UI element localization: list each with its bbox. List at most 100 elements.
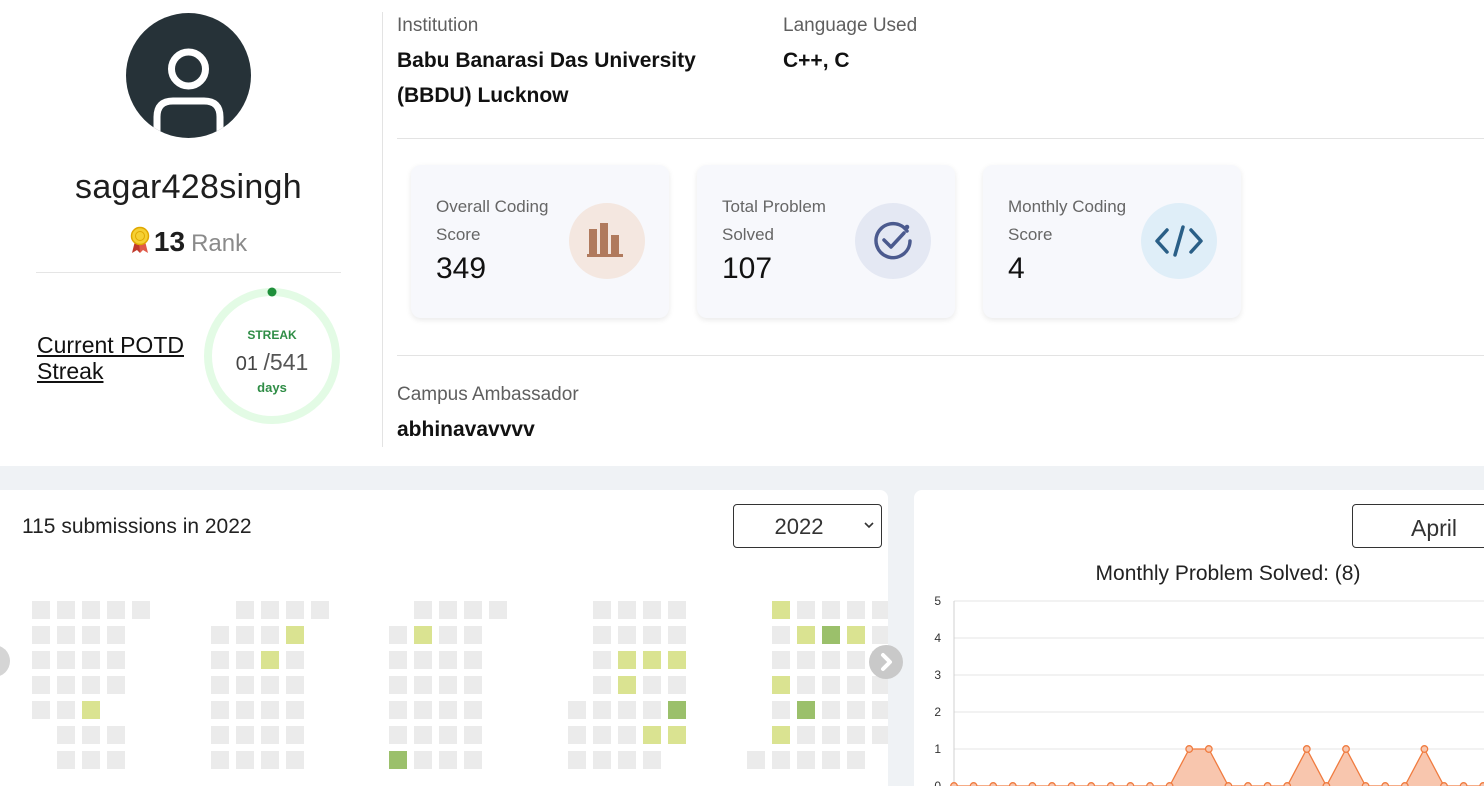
heatmap-cell[interactable] bbox=[286, 701, 304, 719]
heatmap-cell[interactable] bbox=[107, 626, 125, 644]
heatmap-cell[interactable] bbox=[389, 726, 407, 744]
heatmap-cell[interactable] bbox=[668, 676, 686, 694]
heatmap-cell[interactable] bbox=[211, 726, 229, 744]
heatmap-cell[interactable] bbox=[464, 626, 482, 644]
heatmap-cell[interactable] bbox=[668, 626, 686, 644]
heatmap-cell[interactable] bbox=[668, 726, 686, 744]
heatmap-cell[interactable] bbox=[772, 726, 790, 744]
heatmap-cell[interactable] bbox=[643, 726, 661, 744]
heatmap-cell[interactable] bbox=[464, 601, 482, 619]
heatmap-cell[interactable] bbox=[82, 676, 100, 694]
heatmap-cell[interactable] bbox=[439, 751, 457, 769]
heatmap-cell[interactable] bbox=[211, 651, 229, 669]
heatmap-cell[interactable] bbox=[439, 601, 457, 619]
year-select[interactable]: 2022 bbox=[733, 504, 882, 548]
heatmap-cell[interactable] bbox=[286, 726, 304, 744]
heatmap-cell[interactable] bbox=[797, 601, 815, 619]
heatmap-cell[interactable] bbox=[32, 626, 50, 644]
heatmap-cell[interactable] bbox=[797, 726, 815, 744]
heatmap-cell[interactable] bbox=[872, 726, 888, 744]
heatmap-cell[interactable] bbox=[772, 676, 790, 694]
heatmap-cell[interactable] bbox=[389, 676, 407, 694]
heatmap-cell[interactable] bbox=[847, 676, 865, 694]
heatmap-cell[interactable] bbox=[747, 751, 765, 769]
heatmap-cell[interactable] bbox=[822, 626, 840, 644]
heatmap-cell[interactable] bbox=[618, 626, 636, 644]
heatmap-cell[interactable] bbox=[872, 626, 888, 644]
heatmap-cell[interactable] bbox=[236, 601, 254, 619]
heatmap-cell[interactable] bbox=[618, 676, 636, 694]
heatmap-cell[interactable] bbox=[439, 626, 457, 644]
heatmap-cell[interactable] bbox=[772, 701, 790, 719]
heatmap-cell[interactable] bbox=[464, 751, 482, 769]
heatmap-cell[interactable] bbox=[286, 626, 304, 644]
heatmap-cell[interactable] bbox=[643, 701, 661, 719]
heatmap-cell[interactable] bbox=[872, 701, 888, 719]
heatmap-cell[interactable] bbox=[772, 601, 790, 619]
heatmap-cell[interactable] bbox=[82, 726, 100, 744]
heatmap-cell[interactable] bbox=[211, 701, 229, 719]
heatmap-cell[interactable] bbox=[464, 726, 482, 744]
heatmap-cell[interactable] bbox=[772, 651, 790, 669]
heatmap-cell[interactable] bbox=[847, 626, 865, 644]
heatmap-cell[interactable] bbox=[643, 676, 661, 694]
heatmap-cell[interactable] bbox=[847, 651, 865, 669]
heatmap-cell[interactable] bbox=[668, 701, 686, 719]
heatmap-cell[interactable] bbox=[57, 751, 75, 769]
heatmap-cell[interactable] bbox=[797, 651, 815, 669]
heatmap-cell[interactable] bbox=[414, 751, 432, 769]
heatmap-cell[interactable] bbox=[414, 601, 432, 619]
heatmap-cell[interactable] bbox=[822, 651, 840, 669]
data-point[interactable] bbox=[1204, 745, 1213, 753]
heatmap-cell[interactable] bbox=[489, 601, 507, 619]
heatmap-cell[interactable] bbox=[643, 626, 661, 644]
heatmap-cell[interactable] bbox=[643, 651, 661, 669]
heatmap-cell[interactable] bbox=[618, 601, 636, 619]
heatmap-cell[interactable] bbox=[82, 651, 100, 669]
heatmap-cell[interactable] bbox=[311, 601, 329, 619]
heatmap-cell[interactable] bbox=[236, 701, 254, 719]
heatmap-cell[interactable] bbox=[261, 726, 279, 744]
heatmap-cell[interactable] bbox=[57, 601, 75, 619]
heatmap-cell[interactable] bbox=[643, 601, 661, 619]
heatmap-cell[interactable] bbox=[286, 601, 304, 619]
heatmap-cell[interactable] bbox=[439, 701, 457, 719]
heatmap-cell[interactable] bbox=[618, 751, 636, 769]
heatmap-cell[interactable] bbox=[797, 626, 815, 644]
heatmap-cell[interactable] bbox=[439, 726, 457, 744]
data-point[interactable] bbox=[1302, 745, 1311, 753]
heatmap-cell[interactable] bbox=[236, 751, 254, 769]
heatmap-cell[interactable] bbox=[593, 676, 611, 694]
heatmap-cell[interactable] bbox=[57, 626, 75, 644]
heatmap-cell[interactable] bbox=[593, 701, 611, 719]
heatmap-cell[interactable] bbox=[82, 751, 100, 769]
heatmap-cell[interactable] bbox=[668, 651, 686, 669]
heatmap-cell[interactable] bbox=[414, 651, 432, 669]
heatmap-cell[interactable] bbox=[286, 676, 304, 694]
data-point[interactable] bbox=[1185, 745, 1194, 753]
heatmap-cell[interactable] bbox=[107, 751, 125, 769]
heatmap-cell[interactable] bbox=[261, 651, 279, 669]
heatmap-cell[interactable] bbox=[872, 601, 888, 619]
heatmap-cell[interactable] bbox=[82, 626, 100, 644]
heatmap-cell[interactable] bbox=[107, 651, 125, 669]
heatmap-cell[interactable] bbox=[107, 676, 125, 694]
heatmap-cell[interactable] bbox=[286, 751, 304, 769]
potd-streak-link[interactable]: Current POTD Streak bbox=[37, 332, 197, 384]
heatmap-cell[interactable] bbox=[389, 651, 407, 669]
heatmap-cell[interactable] bbox=[261, 676, 279, 694]
heatmap-next-arrow[interactable] bbox=[869, 645, 903, 679]
heatmap-cell[interactable] bbox=[236, 726, 254, 744]
heatmap-cell[interactable] bbox=[772, 751, 790, 769]
heatmap-cell[interactable] bbox=[847, 701, 865, 719]
heatmap-cell[interactable] bbox=[847, 751, 865, 769]
heatmap-cell[interactable] bbox=[107, 726, 125, 744]
data-point[interactable] bbox=[1342, 745, 1350, 753]
heatmap-cell[interactable] bbox=[261, 626, 279, 644]
heatmap-cell[interactable] bbox=[57, 726, 75, 744]
heatmap-cell[interactable] bbox=[414, 676, 432, 694]
heatmap-cell[interactable] bbox=[618, 726, 636, 744]
heatmap-cell[interactable] bbox=[389, 751, 407, 769]
heatmap-cell[interactable] bbox=[593, 601, 611, 619]
heatmap-cell[interactable] bbox=[236, 676, 254, 694]
